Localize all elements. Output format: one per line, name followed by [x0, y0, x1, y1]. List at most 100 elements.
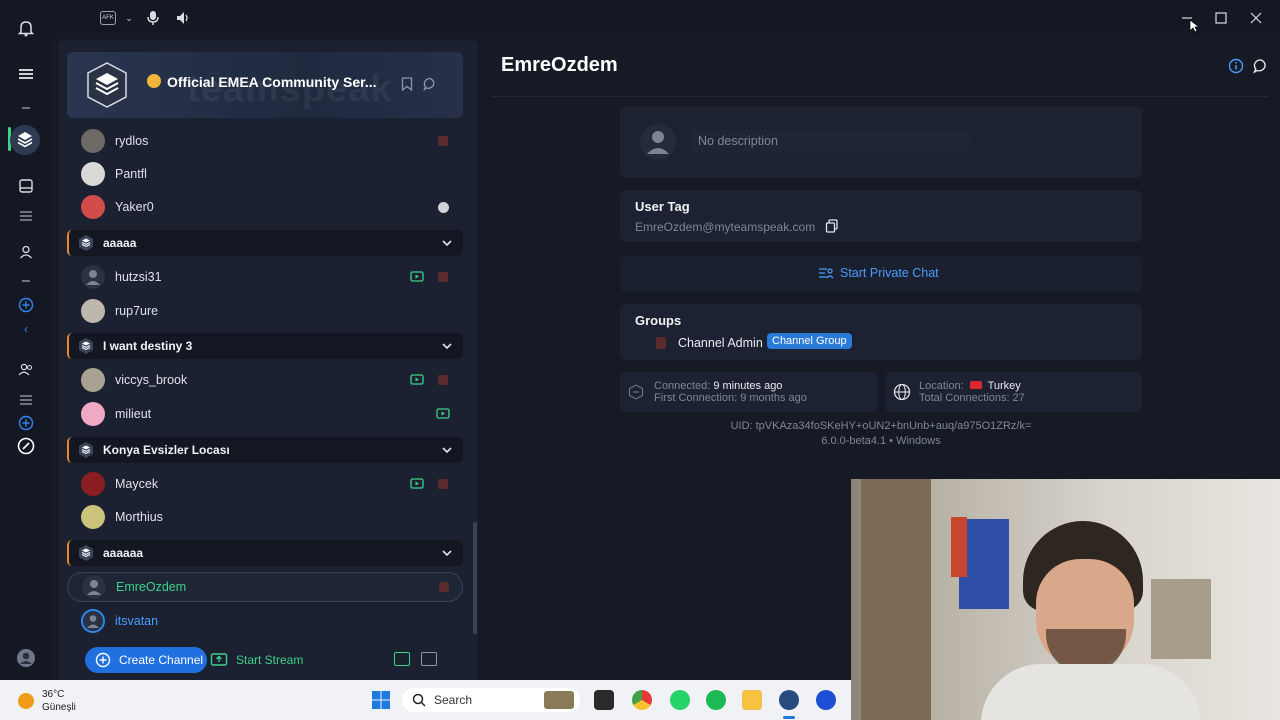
list-icon[interactable] [12, 202, 40, 230]
channel-row[interactable]: Konya Evsizler Locası [67, 437, 463, 463]
microphone-icon[interactable] [142, 7, 164, 29]
uid-text: UID: tpVKAza34foSKeHY+oUN2+bnUnb+auq/a97… [730, 420, 1032, 432]
close-button[interactable] [1241, 8, 1271, 28]
weather-widget[interactable]: 36°C Güneşli [18, 688, 76, 714]
list-item[interactable]: hutzsi31 [67, 262, 463, 292]
start-stream-button[interactable]: Start Stream [210, 647, 303, 673]
chat-icon[interactable] [420, 74, 440, 94]
channel-name: aaaaa [103, 236, 137, 250]
compass-icon[interactable] [12, 432, 40, 460]
user-name: hutzsi31 [115, 270, 162, 284]
add-circle-icon [95, 652, 111, 668]
location-value: Turkey [987, 380, 1021, 392]
start-private-chat-button[interactable]: Start Private Chat [818, 266, 939, 280]
settings-box-icon[interactable] [421, 652, 437, 666]
channel-icon [79, 235, 93, 251]
private-chat-card[interactable]: Start Private Chat [620, 256, 1142, 292]
channel-row[interactable]: aaaaaa [67, 540, 463, 566]
country-flag-icon [435, 372, 451, 388]
task-view-icon[interactable] [594, 690, 614, 710]
ea-app-icon[interactable] [816, 690, 836, 710]
chat-icon[interactable] [1253, 58, 1269, 79]
server-teamspeak-icon[interactable] [10, 125, 40, 155]
stream-icon [210, 653, 228, 666]
channel-tree-panel: teamspeak Official EMEA Community Ser...… [58, 40, 478, 680]
user-name: Pantfl [115, 167, 147, 181]
user-name: rydlos [115, 134, 149, 148]
chevron-left-icon[interactable]: ‹ [12, 315, 40, 343]
teamspeak-taskbar-icon[interactable] [779, 690, 799, 710]
avatar [81, 299, 105, 323]
list-item[interactable]: Pantfl [67, 159, 463, 189]
profile-avatar [640, 124, 676, 160]
list-item[interactable]: rydlos [67, 126, 463, 156]
bookmarks-icon[interactable] [12, 172, 40, 200]
search-label: Search [434, 693, 473, 707]
spotify-icon[interactable] [706, 690, 726, 710]
channel-icon [79, 442, 93, 458]
connection-card: Connected: 9 minutes ago First Connectio… [620, 372, 877, 412]
channel-row[interactable]: aaaaa [67, 230, 463, 256]
avatar [81, 129, 105, 153]
channel-actions-bar: Create Channel Start Stream [58, 644, 478, 676]
chevron-down-icon[interactable] [441, 547, 453, 559]
avatar [81, 402, 105, 426]
copy-icon[interactable] [825, 219, 839, 238]
file-explorer-icon[interactable] [742, 690, 762, 710]
location-card: Location: Turkey Total Connections: 27 [885, 372, 1142, 412]
description-field[interactable]: No description [690, 130, 970, 152]
people-chat-icon [819, 268, 834, 279]
webcam-shirt-red [951, 517, 967, 577]
list-item[interactable]: Maycek [67, 469, 463, 499]
chevron-down-icon[interactable]: ⌄ [124, 7, 134, 29]
list-item[interactable]: milieut [67, 399, 463, 429]
chrome-icon[interactable] [632, 690, 652, 710]
create-channel-button[interactable]: Create Channel [85, 647, 207, 673]
list-item[interactable]: itsvatan [67, 606, 463, 636]
notifications-bell-icon[interactable] [12, 14, 40, 42]
scrollbar[interactable] [473, 522, 477, 634]
channel-group-badge: Channel Group [767, 333, 852, 349]
user-tag-value: EmreOzdem@myteamspeak.com [635, 220, 816, 234]
channel-name: I want destiny 3 [103, 339, 193, 353]
list-item[interactable]: viccys_brook [67, 365, 463, 395]
streaming-icon [409, 372, 425, 388]
chevron-down-icon[interactable] [441, 340, 453, 352]
first-connection: First Connection: 9 months ago [654, 392, 807, 404]
whatsapp-icon[interactable] [670, 690, 690, 710]
user-name: Morthius [115, 510, 163, 524]
total-connections: Total Connections: 27 [919, 392, 1025, 404]
user-name: EmreOzdem [116, 580, 187, 594]
server-name: Official EMEA Community Ser... [167, 74, 377, 90]
afk-button[interactable]: AFK [100, 11, 116, 25]
account-avatar-icon[interactable] [12, 644, 40, 672]
country-flag-icon [435, 476, 451, 492]
avatar [81, 265, 105, 289]
channel-row[interactable]: I want destiny 3 [67, 333, 463, 359]
list-item-selected[interactable]: EmreOzdem [67, 572, 463, 602]
list-item[interactable]: rup7ure [67, 296, 463, 326]
taskbar-search[interactable]: Search [402, 688, 580, 712]
chevron-down-icon[interactable] [441, 444, 453, 456]
friends-icon[interactable] [12, 356, 40, 384]
maximize-button[interactable] [1206, 8, 1236, 28]
streaming-icon [409, 269, 425, 285]
webcam-overlay [851, 479, 1280, 720]
webcam-door [861, 479, 931, 720]
windows-taskbar: 36°C Güneşli Search [0, 680, 851, 720]
list-item[interactable]: Morthius [67, 502, 463, 532]
location-label: Location: [919, 380, 964, 392]
contacts-icon[interactable] [12, 238, 40, 266]
search-highlight-image [544, 691, 574, 709]
turkey-flag-icon [969, 381, 982, 389]
start-private-chat-label: Start Private Chat [840, 266, 939, 280]
bookmark-icon[interactable] [397, 74, 417, 94]
list-item[interactable]: Yaker0 [67, 192, 463, 222]
chevron-down-icon[interactable] [441, 237, 453, 249]
connection-icon [628, 384, 644, 400]
speaker-icon[interactable] [172, 7, 194, 29]
info-icon[interactable] [1228, 58, 1244, 79]
menu-icon[interactable] [12, 60, 40, 88]
server-header[interactable]: teamspeak Official EMEA Community Ser... [67, 52, 463, 118]
windows-start-icon[interactable] [372, 691, 390, 714]
